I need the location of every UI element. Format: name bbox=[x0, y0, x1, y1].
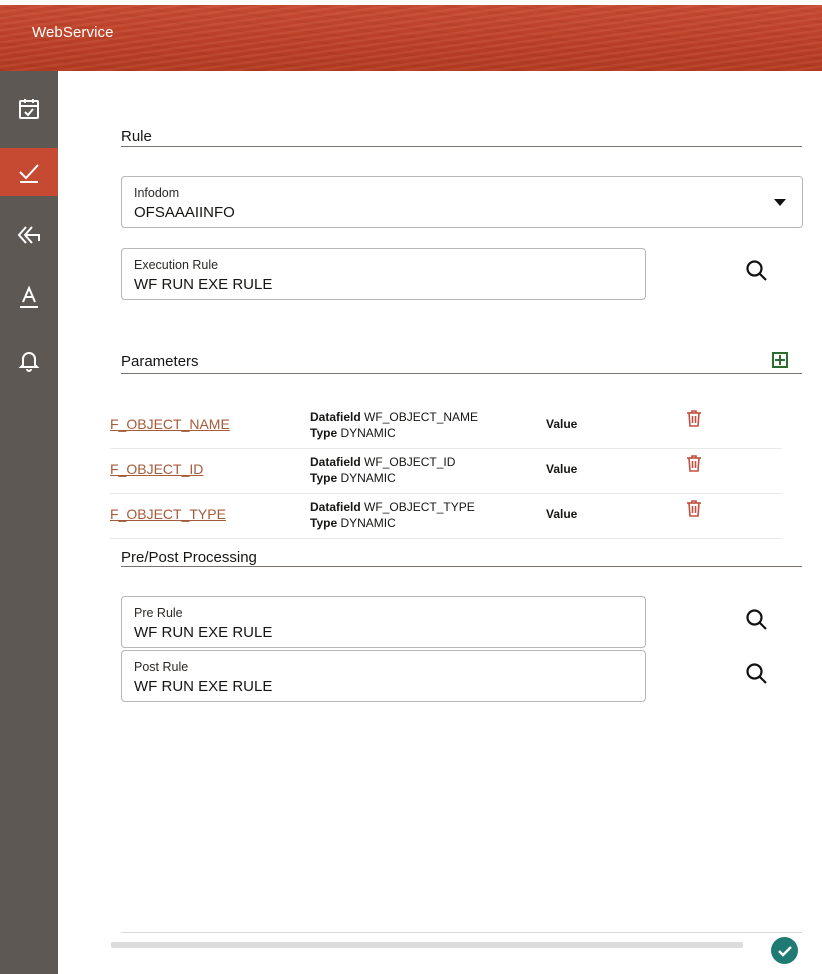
processing-divider bbox=[121, 566, 802, 567]
trash-icon bbox=[687, 455, 701, 472]
post-rule-search-button[interactable] bbox=[744, 661, 770, 687]
sidebar-item-back[interactable] bbox=[0, 211, 58, 259]
delete-parameter-button[interactable] bbox=[686, 409, 702, 432]
search-icon bbox=[746, 609, 767, 630]
parameter-meta: Datafield WF_OBJECT_TYPE Type DYNAMIC bbox=[310, 499, 475, 531]
add-parameter-button[interactable] bbox=[772, 352, 788, 368]
pre-rule-field[interactable]: Pre Rule WF RUN EXE RULE bbox=[121, 596, 646, 648]
delete-parameter-button[interactable] bbox=[686, 454, 702, 477]
search-icon bbox=[746, 260, 767, 281]
post-rule-value: WF RUN EXE RULE bbox=[134, 678, 273, 695]
pre-rule-value: WF RUN EXE RULE bbox=[134, 624, 273, 641]
parameter-row: F_OBJECT_NAME Datafield WF_OBJECT_NAME T… bbox=[110, 403, 782, 449]
parameter-row: F_OBJECT_ID Datafield WF_OBJECT_ID Type … bbox=[110, 448, 782, 494]
parameter-meta: Datafield WF_OBJECT_ID Type DYNAMIC bbox=[310, 454, 455, 486]
value-label: Value bbox=[546, 507, 578, 521]
type-label: Type bbox=[310, 516, 338, 530]
search-icon bbox=[746, 663, 767, 684]
value-label: Value bbox=[546, 417, 578, 431]
parameter-meta: Datafield WF_OBJECT_NAME Type DYNAMIC bbox=[310, 409, 478, 441]
execution-rule-label: Execution Rule bbox=[134, 258, 219, 272]
plus-icon bbox=[775, 355, 785, 365]
sidebar-item-notifications[interactable] bbox=[0, 336, 58, 384]
type-value: DYNAMIC bbox=[340, 426, 396, 440]
horizontal-scrollbar[interactable] bbox=[111, 942, 743, 948]
checkmark-icon bbox=[777, 945, 792, 957]
type-label: Type bbox=[310, 426, 338, 440]
check-icon bbox=[19, 164, 39, 183]
calendar-check-icon bbox=[19, 99, 39, 119]
rule-section-title: Rule bbox=[121, 128, 152, 145]
post-rule-field[interactable]: Post Rule WF RUN EXE RULE bbox=[121, 650, 646, 702]
sidebar-item-check[interactable] bbox=[0, 148, 58, 196]
app-header: WebService bbox=[0, 5, 822, 71]
pre-rule-label: Pre Rule bbox=[134, 606, 183, 620]
confirm-button[interactable] bbox=[771, 937, 798, 964]
datafield-label: Datafield bbox=[310, 410, 361, 424]
trash-icon bbox=[687, 500, 701, 517]
dropdown-arrow-icon[interactable] bbox=[774, 199, 786, 206]
value-label: Value bbox=[546, 462, 578, 476]
datafield-label: Datafield bbox=[310, 500, 361, 514]
post-rule-label: Post Rule bbox=[134, 660, 189, 674]
parameter-name-link[interactable]: F_OBJECT_TYPE bbox=[110, 506, 226, 522]
parameters-divider bbox=[121, 373, 802, 374]
execution-rule-search-button[interactable] bbox=[744, 258, 770, 284]
datafield-value: WF_OBJECT_NAME bbox=[364, 410, 479, 424]
type-value: DYNAMIC bbox=[340, 516, 396, 530]
execution-rule-value: WF RUN EXE RULE bbox=[134, 276, 273, 293]
infodom-label: Infodom bbox=[134, 186, 180, 200]
parameters-section-title: Parameters bbox=[121, 353, 199, 370]
footer-divider bbox=[121, 932, 802, 933]
infodom-value: OFSAAAIINFO bbox=[134, 204, 235, 221]
pre-rule-search-button[interactable] bbox=[744, 607, 770, 633]
datafield-label: Datafield bbox=[310, 455, 361, 469]
parameter-name-link[interactable]: F_OBJECT_ID bbox=[110, 461, 203, 477]
delete-parameter-button[interactable] bbox=[686, 499, 702, 522]
sidebar-item-text-format[interactable] bbox=[0, 273, 58, 321]
type-label: Type bbox=[310, 471, 338, 485]
datafield-value: WF_OBJECT_ID bbox=[364, 455, 456, 469]
parameter-name-link[interactable]: F_OBJECT_NAME bbox=[110, 416, 230, 432]
trash-icon bbox=[687, 410, 701, 427]
double-back-arrow-icon bbox=[17, 226, 40, 244]
infodom-select[interactable]: Infodom OFSAAAIINFO bbox=[121, 176, 803, 228]
sidebar-item-calendar[interactable] bbox=[0, 85, 58, 133]
processing-section-title: Pre/Post Processing bbox=[121, 549, 257, 566]
parameter-row: F_OBJECT_TYPE Datafield WF_OBJECT_TYPE T… bbox=[110, 493, 782, 539]
bell-icon bbox=[18, 352, 40, 372]
rule-divider bbox=[121, 146, 802, 147]
text-format-icon bbox=[20, 285, 38, 308]
sidebar bbox=[0, 71, 58, 974]
execution-rule-field[interactable]: Execution Rule WF RUN EXE RULE bbox=[121, 248, 646, 300]
datafield-value: WF_OBJECT_TYPE bbox=[364, 500, 475, 514]
type-value: DYNAMIC bbox=[340, 471, 396, 485]
app-title: WebService bbox=[32, 24, 114, 41]
